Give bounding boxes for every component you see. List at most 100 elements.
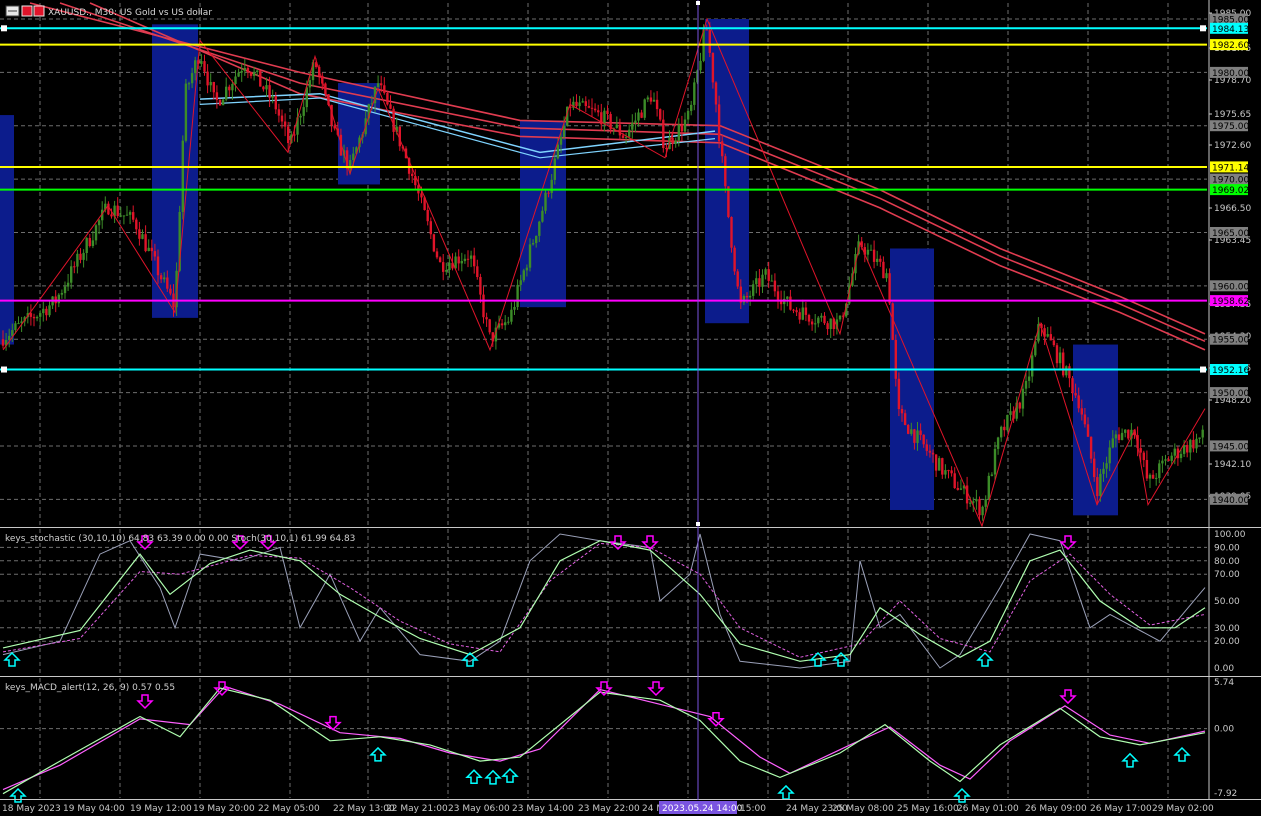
candle-body	[690, 104, 693, 111]
crosshair-handle[interactable]	[696, 1, 700, 5]
candle-body	[389, 104, 392, 109]
time-tick-label: 26 May 17:00	[1090, 804, 1152, 814]
candle-body	[442, 262, 445, 272]
candle-body	[621, 135, 625, 138]
candle-body	[1182, 445, 1186, 454]
candle-body	[1000, 426, 1003, 438]
candle-body	[1142, 452, 1145, 461]
candle-body	[686, 110, 690, 120]
up-arrow-icon	[809, 651, 827, 667]
candle-body	[252, 72, 256, 76]
candle-body	[823, 315, 826, 324]
candle-body	[1108, 447, 1111, 464]
crosshair-handle[interactable]	[696, 522, 700, 526]
candle-body	[383, 85, 386, 93]
candle-body	[646, 97, 649, 100]
candle-body	[770, 280, 773, 282]
candle-body	[246, 67, 250, 73]
candle-body	[42, 308, 45, 314]
price-level-badge-text: 1965.00	[1212, 229, 1249, 239]
candle-body	[556, 144, 560, 159]
candle-body	[938, 458, 941, 471]
candle-body	[1155, 477, 1158, 479]
candle-body	[876, 258, 879, 262]
candle-body	[8, 335, 11, 340]
candle-body	[240, 71, 243, 73]
price-level-badge-text: 1945.00	[1212, 442, 1249, 452]
candle-body	[820, 315, 823, 318]
candle-body	[640, 112, 643, 118]
macd-tick-label: 5.74	[1214, 678, 1234, 688]
candle-body	[882, 261, 885, 279]
up-arrow-icon	[1121, 752, 1139, 768]
candle-body	[674, 140, 677, 144]
candle-body	[116, 205, 119, 216]
candle-body	[925, 444, 928, 451]
time-tick-label: 22 May 21:00	[386, 804, 448, 814]
candle-body	[829, 318, 832, 329]
candle-body	[32, 316, 36, 319]
price-tick-label: 1975.65	[1214, 110, 1251, 120]
candle-body	[352, 153, 355, 160]
candle-body	[1117, 434, 1121, 440]
down-arrow-icon	[1059, 689, 1077, 705]
candle-body	[1114, 434, 1118, 439]
candle-body	[910, 429, 913, 434]
candle-body	[228, 86, 231, 91]
candle-body	[981, 506, 984, 516]
candle-body	[872, 249, 876, 262]
level-handle[interactable]	[1200, 25, 1206, 32]
time-tick-label: 19 May 04:00	[63, 804, 125, 814]
candle-body	[1049, 334, 1052, 341]
candle-body	[652, 99, 656, 102]
candle-body	[708, 30, 711, 53]
price-level-badge-text: 1975.00	[1212, 122, 1249, 132]
macd-label: keys_MACD_alert(12, 26, 9) 0.57 0.55	[5, 683, 175, 693]
candle-body	[597, 110, 600, 113]
candle-body	[519, 280, 522, 285]
stochastic-tick-label: 20.00	[1214, 637, 1240, 647]
candle-body	[553, 158, 556, 180]
candle-body	[1096, 477, 1099, 497]
time-tick-label: 23 May 22:00	[578, 804, 640, 814]
candle-body	[265, 85, 268, 90]
chart-type-icon[interactable]	[21, 5, 33, 17]
candle-body	[488, 319, 491, 333]
chart-canvas[interactable]: 1985.001981.751978.701975.651972.601966.…	[0, 0, 1261, 816]
candle-body	[618, 124, 622, 136]
candle-body	[271, 96, 274, 98]
candle-body	[91, 240, 95, 246]
level-handle[interactable]	[1200, 366, 1206, 373]
candle-body	[1062, 352, 1065, 376]
candle-body	[1145, 460, 1149, 479]
candle-body	[773, 280, 777, 292]
down-arrow-icon	[647, 681, 665, 697]
level-handle[interactable]	[1, 366, 7, 373]
candle-body	[1189, 439, 1192, 453]
candle-body	[135, 219, 138, 230]
moving-average-line	[89, 2, 1206, 351]
candle-body	[283, 121, 287, 127]
candle-body	[1086, 424, 1090, 437]
candle-body	[814, 323, 817, 325]
candle-body	[1167, 459, 1170, 461]
candle-body	[293, 134, 296, 136]
candle-body	[1158, 463, 1161, 478]
candle-body	[1018, 402, 1021, 409]
candle-body	[897, 378, 901, 409]
candle-body	[538, 221, 541, 236]
price-level-badge-text: 1940.00	[1212, 496, 1249, 506]
candle-body	[460, 261, 463, 264]
candle-body	[392, 108, 395, 132]
candle-body	[928, 450, 932, 453]
level-handle[interactable]	[1, 25, 7, 32]
candle-body	[525, 267, 529, 271]
zone-box	[890, 248, 934, 510]
candle-body	[457, 256, 460, 264]
time-tick-label: 23 May 06:00	[448, 804, 510, 814]
candle-body	[181, 140, 184, 212]
candle-body	[978, 499, 981, 516]
candle-body	[14, 323, 17, 331]
chart-properties-icon[interactable]	[33, 5, 45, 17]
up-arrow-icon	[976, 651, 994, 667]
